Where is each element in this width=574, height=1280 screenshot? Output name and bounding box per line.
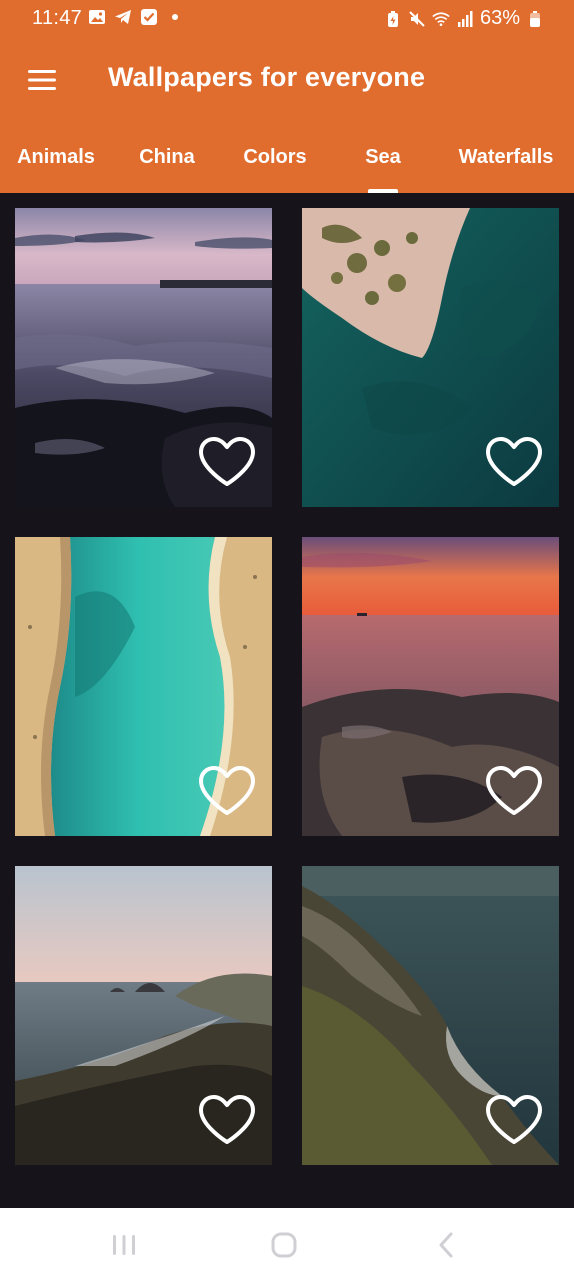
- tab-china[interactable]: China: [112, 124, 222, 193]
- tab-waterfalls[interactable]: Waterfalls: [438, 124, 574, 193]
- status-notification-icons: [88, 8, 184, 26]
- gallery-icon: [88, 8, 106, 26]
- app-header: 11:47 63% Wallpapers for everyone Animal…: [0, 0, 574, 193]
- home-icon[interactable]: [264, 1230, 304, 1260]
- check-square-icon: [140, 8, 158, 26]
- heart-outline-icon[interactable]: [483, 764, 545, 818]
- system-nav-bar: [0, 1208, 574, 1280]
- recents-icon[interactable]: [104, 1230, 144, 1260]
- hamburger-menu-icon[interactable]: [22, 62, 62, 98]
- tab-label: Animals: [17, 146, 95, 168]
- category-tabs: Animals China Colors Sea Waterfalls: [0, 124, 574, 193]
- wifi-icon: [432, 10, 450, 28]
- heart-outline-icon[interactable]: [196, 435, 258, 489]
- tab-sea[interactable]: Sea: [328, 124, 438, 193]
- wallpaper-card-bay-rocks[interactable]: [15, 866, 272, 1165]
- heart-outline-icon[interactable]: [196, 764, 258, 818]
- back-icon[interactable]: [426, 1230, 466, 1260]
- status-time: 11:47: [32, 7, 83, 29]
- tab-label: Waterfalls: [458, 146, 554, 168]
- tab-label: Colors: [243, 146, 307, 168]
- wallpaper-card-sea-sunset[interactable]: [15, 208, 272, 507]
- status-bar: 11:47 63%: [0, 0, 574, 38]
- status-system-icons: 63%: [384, 7, 544, 30]
- signal-icon: [456, 10, 474, 28]
- wallpaper-card-cliff-coast[interactable]: [302, 866, 559, 1165]
- heart-outline-icon[interactable]: [483, 1093, 545, 1147]
- tab-label: China: [139, 146, 195, 168]
- tab-colors[interactable]: Colors: [222, 124, 328, 193]
- battery-percent: 63%: [479, 7, 520, 29]
- wallpaper-grid: [0, 193, 574, 1208]
- dot-icon: [166, 8, 184, 26]
- toolbar: Wallpapers for everyone: [0, 38, 574, 124]
- wallpaper-card-aerial-coast[interactable]: [302, 208, 559, 507]
- telegram-icon: [114, 8, 132, 26]
- tab-label: Sea: [365, 146, 401, 168]
- heart-outline-icon[interactable]: [483, 435, 545, 489]
- page-title: Wallpapers for everyone: [108, 62, 426, 92]
- wallpaper-card-aerial-beach[interactable]: [15, 537, 272, 836]
- wallpaper-card-sunset-shore[interactable]: [302, 537, 559, 836]
- heart-outline-icon[interactable]: [196, 1093, 258, 1147]
- battery-saver-icon: [384, 10, 402, 28]
- tab-animals[interactable]: Animals: [0, 124, 112, 193]
- battery-icon: [526, 10, 544, 28]
- mute-icon: [408, 10, 426, 28]
